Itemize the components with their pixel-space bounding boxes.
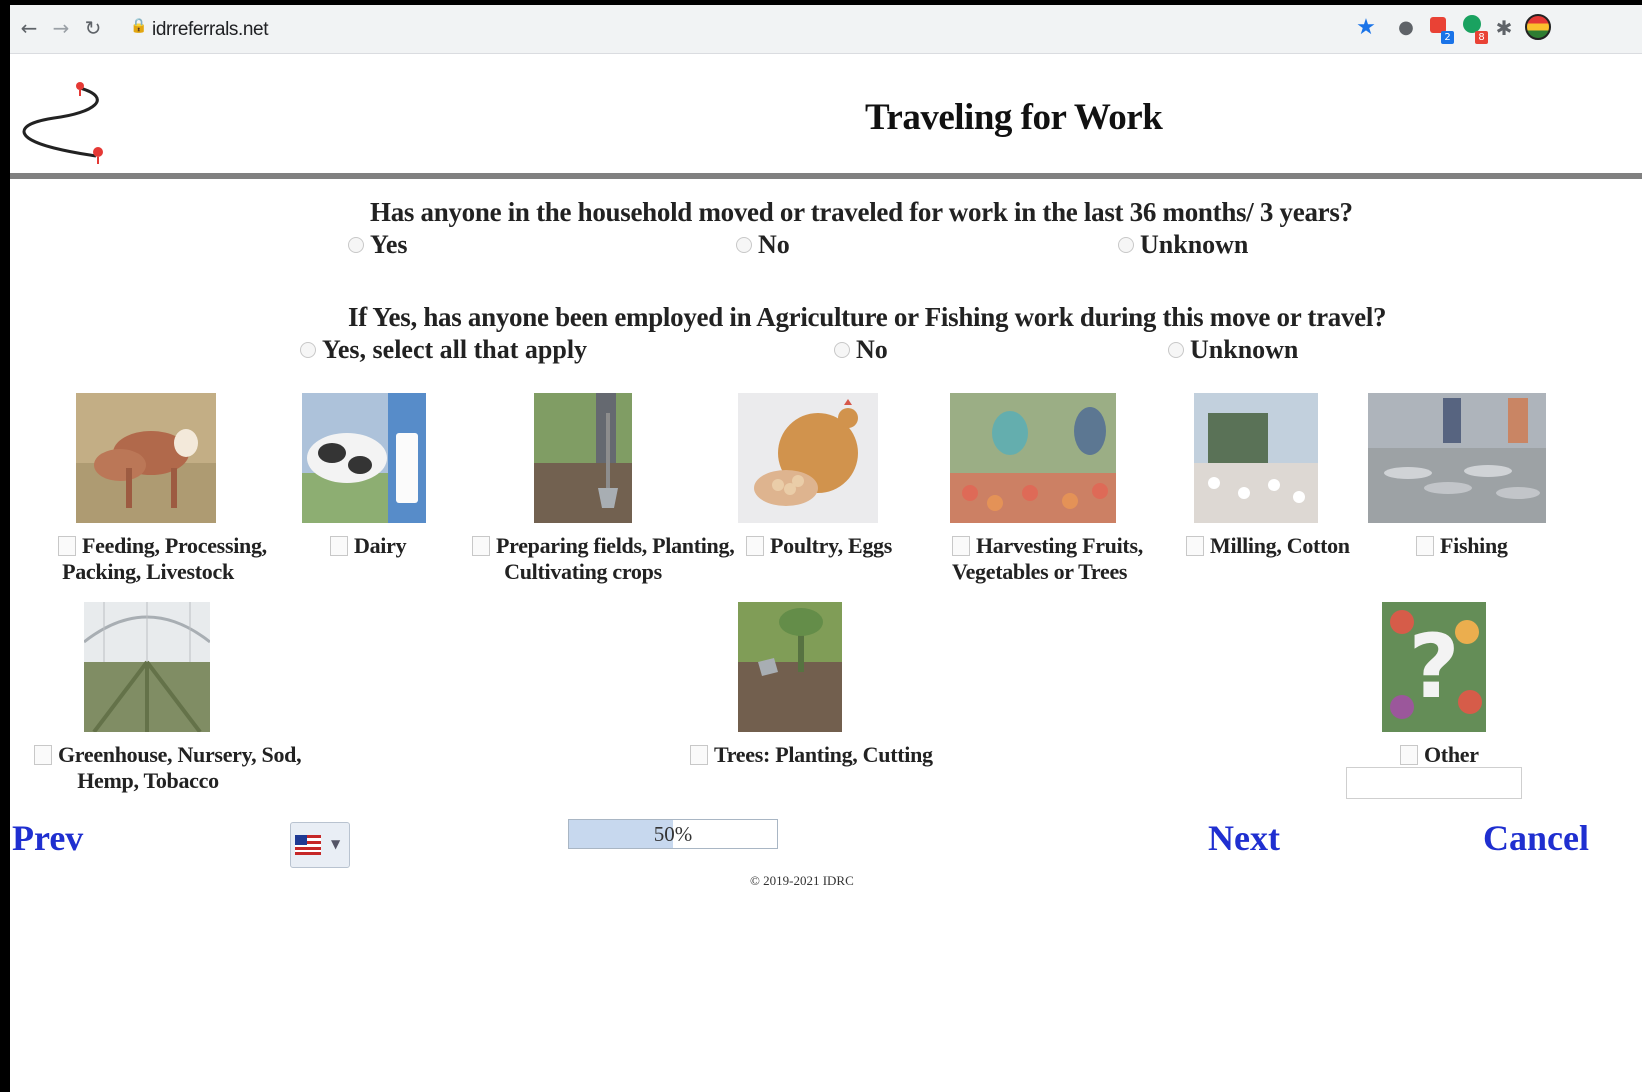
screen-corner: [0, 1028, 10, 1092]
extensions-puzzle-icon[interactable]: ✱: [1490, 14, 1518, 42]
radio-button[interactable]: [1118, 237, 1134, 254]
radio-button[interactable]: [348, 237, 364, 254]
dairy-photo: [302, 393, 426, 523]
category-dairy[interactable]: Dairy: [330, 533, 407, 559]
question-mark-photo: ?: [1382, 602, 1486, 732]
svg-text:?: ?: [1408, 615, 1459, 718]
category-trees[interactable]: Trees: Planting, Cutting: [690, 742, 933, 768]
radio-button[interactable]: [834, 342, 850, 359]
back-arrow-icon[interactable]: ←: [16, 15, 42, 41]
page-title: Traveling for Work: [865, 97, 1163, 138]
q2-option-unknown[interactable]: Unknown: [1168, 335, 1298, 365]
poultry-photo: [738, 393, 878, 523]
bookmark-star-icon[interactable]: ★: [1352, 14, 1380, 42]
us-flag-icon: [295, 835, 321, 855]
radio-button[interactable]: [736, 237, 752, 254]
greenhouse-photo: [84, 602, 210, 732]
q2-option-no[interactable]: No: [834, 335, 888, 365]
category-milling-cotton[interactable]: Milling, Cotton: [1186, 533, 1350, 559]
next-link[interactable]: Next: [1208, 817, 1280, 859]
q1-option-unknown[interactable]: Unknown: [1118, 230, 1248, 260]
checkbox[interactable]: [34, 744, 52, 765]
route-logo-icon: [22, 82, 103, 164]
q2-option-yes[interactable]: Yes, select all that apply: [300, 335, 587, 365]
tree-planting-photo: [738, 602, 842, 732]
cattle-photo: [76, 393, 216, 523]
address-bar[interactable]: 🔒 idrreferrals.net: [120, 11, 1400, 47]
progress-bar: 50%: [568, 819, 778, 849]
extension-icon[interactable]: ●: [1392, 14, 1420, 42]
language-selector[interactable]: ▼: [290, 822, 350, 868]
extension-green-icon[interactable]: 8: [1458, 14, 1488, 44]
browser-window: ← → ↻ 🔒 idrreferrals.net ★ ● 2 8 ✱ Trave…: [10, 5, 1642, 1092]
progress-label: 50%: [653, 822, 693, 846]
url-text: idrreferrals.net: [152, 19, 269, 40]
fishing-photo: [1368, 393, 1546, 523]
page-header: Traveling for Work: [10, 54, 1642, 174]
category-livestock[interactable]: Feeding, Processing, Packing, Livestock: [58, 533, 267, 585]
other-text-input[interactable]: [1346, 767, 1522, 799]
radio-button[interactable]: [1168, 342, 1184, 359]
browser-toolbar: ← → ↻ 🔒 idrreferrals.net ★ ● 2 8 ✱: [10, 5, 1642, 54]
checkbox[interactable]: [952, 535, 970, 556]
question-moved-for-work: Has anyone in the household moved or tra…: [370, 197, 1353, 227]
copyright-text: © 2019-2021 IDRC: [750, 873, 854, 888]
chevron-down-icon: ▼: [331, 837, 341, 851]
checkbox[interactable]: [1400, 744, 1418, 765]
planting-photo: [534, 393, 632, 523]
checkbox[interactable]: [1186, 535, 1204, 556]
category-planting-crops[interactable]: Preparing fields, Planting, Cultivating c…: [472, 533, 735, 585]
profile-avatar[interactable]: [1524, 14, 1552, 42]
extension-puzzle-red-icon[interactable]: 2: [1424, 14, 1454, 44]
checkbox[interactable]: [472, 535, 490, 556]
reload-icon[interactable]: ↻: [80, 15, 106, 41]
category-harvesting[interactable]: Harvesting Fruits, Vegetables or Trees: [952, 533, 1143, 585]
prev-link[interactable]: Prev: [12, 817, 83, 859]
question-agriculture-fishing: If Yes, has anyone been employed in Agri…: [348, 302, 1387, 332]
checkbox[interactable]: [690, 744, 708, 765]
forward-arrow-icon[interactable]: →: [48, 15, 74, 41]
radio-button[interactable]: [300, 342, 316, 359]
checkbox[interactable]: [1416, 535, 1434, 556]
checkbox[interactable]: [58, 535, 76, 556]
harvest-photo: [950, 393, 1116, 523]
category-fishing[interactable]: Fishing: [1416, 533, 1508, 559]
category-poultry-eggs[interactable]: Poultry, Eggs: [746, 533, 892, 559]
lock-icon: 🔒: [130, 18, 148, 34]
q1-option-no[interactable]: No: [736, 230, 790, 260]
cotton-photo: [1194, 393, 1318, 523]
category-other[interactable]: Other: [1400, 742, 1479, 768]
header-divider: [10, 173, 1642, 179]
checkbox[interactable]: [330, 535, 348, 556]
category-greenhouse[interactable]: Greenhouse, Nursery, Sod, Hemp, Tobacco: [34, 742, 302, 794]
cancel-link[interactable]: Cancel: [1483, 817, 1589, 859]
q1-option-yes[interactable]: Yes: [348, 230, 408, 260]
checkbox[interactable]: [746, 535, 764, 556]
